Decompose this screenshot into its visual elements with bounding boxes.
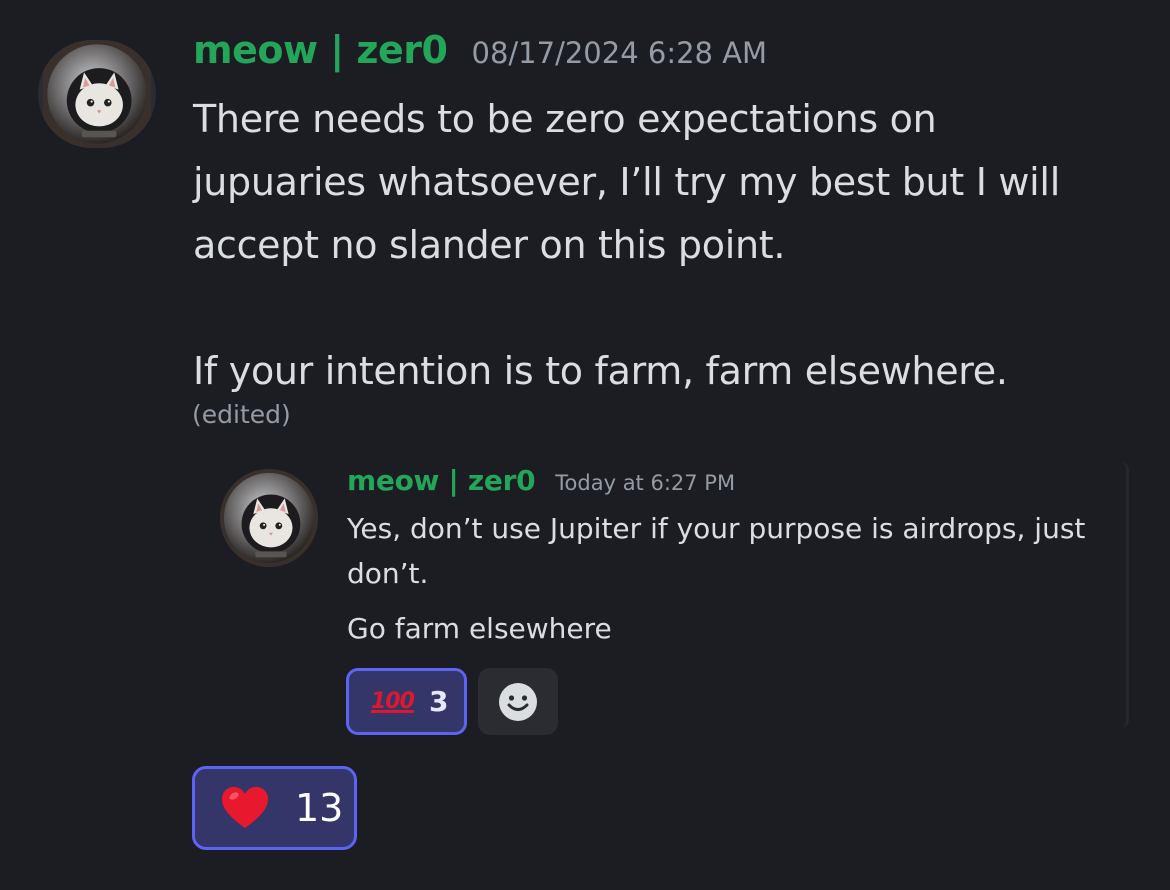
reaction-hundred-points[interactable]: 100 3 (346, 668, 467, 735)
add-reaction-button[interactable] (478, 668, 558, 735)
message-body: There needs to be zero expectations on j… (193, 88, 1143, 403)
edited-label: (edited) (192, 400, 291, 429)
message-header: meow | zer0 08/17/2024 6:28 AM (193, 28, 767, 72)
reply-avatar[interactable] (220, 469, 318, 567)
astronaut-cat-icon (220, 469, 318, 567)
reply-body: Yes, don’t use Jupiter if your purpose i… (347, 506, 1117, 651)
reply-header: meow | zer0 Today at 6:27 PM (347, 464, 735, 497)
message-line: If your intention is to farm, farm elsew… (193, 349, 1008, 393)
reaction-count: 13 (295, 786, 344, 830)
reaction-red-heart[interactable]: 13 (192, 766, 357, 850)
astronaut-cat-icon (43, 40, 151, 148)
chat-view: meow | zer0 08/17/2024 6:28 AM There nee… (0, 0, 1170, 890)
red-heart-emoji-icon (222, 787, 268, 828)
hundred-points-emoji-icon: 100 (371, 689, 415, 714)
reaction-count: 3 (429, 685, 449, 718)
reply-username[interactable]: meow | zer0 (347, 464, 536, 497)
user-avatar[interactable] (38, 40, 156, 148)
message-line: jupuaries whatsoever, I’ll try my best b… (193, 160, 1060, 204)
reply-paragraph: Yes, don’t use Jupiter if your purpose i… (347, 512, 1086, 590)
smiley-icon (499, 682, 537, 721)
reply-paragraph: Go farm elsewhere (347, 612, 612, 645)
message-line: accept no slander on this point. (193, 223, 786, 267)
message-line: There needs to be zero expectations on (193, 97, 937, 141)
timestamp: 08/17/2024 6:28 AM (471, 36, 768, 70)
username[interactable]: meow | zer0 (193, 28, 448, 72)
reply-timestamp: Today at 6:27 PM (555, 471, 736, 495)
